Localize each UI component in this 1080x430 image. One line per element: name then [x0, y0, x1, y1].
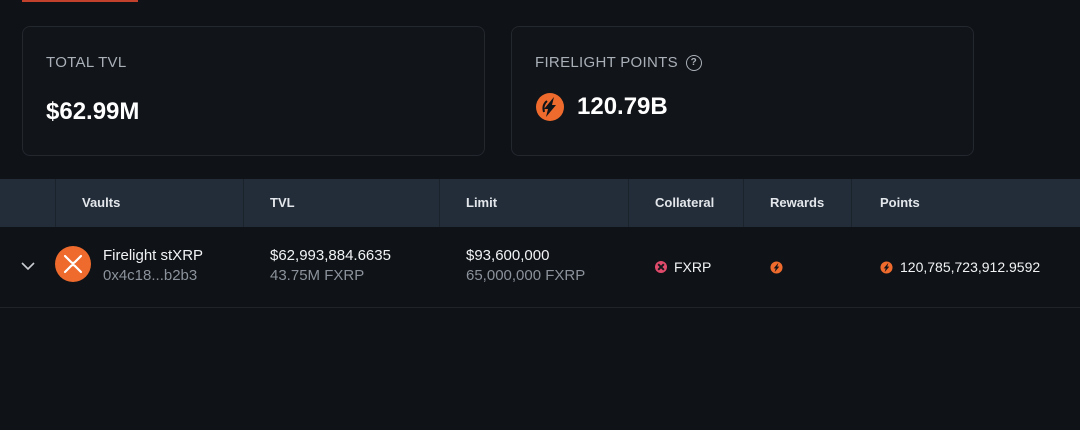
table-row[interactable]: Firelight stXRP 0x4c18...b2b3 $62,993,88…	[0, 227, 1080, 308]
firelight-icon	[880, 260, 893, 274]
tvl-usd: $62,993,884.6635	[270, 247, 391, 264]
header-divider	[243, 179, 244, 227]
xrp-token-icon	[55, 246, 91, 282]
total-tvl-value: $62.99M	[46, 98, 139, 126]
top-accent-bar	[22, 0, 138, 2]
limit-token: 65,000,000 FXRP	[466, 267, 586, 284]
points-value: 120,785,723,912.9592	[900, 259, 1041, 275]
header-collateral[interactable]: Collateral	[655, 179, 714, 227]
firelight-logo-icon	[536, 93, 564, 121]
points-cell: 120,785,723,912.9592	[880, 259, 1040, 275]
tvl-cell: $62,993,884.6635 43.75M FXRP	[270, 247, 391, 284]
limit-cell: $93,600,000 65,000,000 FXRP	[466, 247, 585, 284]
header-rewards[interactable]: Rewards	[770, 179, 824, 227]
collateral-token: FXRP	[674, 259, 712, 275]
header-vaults[interactable]: Vaults	[82, 179, 120, 227]
header-divider	[55, 179, 56, 227]
header-divider	[851, 179, 852, 227]
total-tvl-label: TOTAL TVL	[46, 54, 127, 71]
header-divider	[743, 179, 744, 227]
header-tvl[interactable]: TVL	[270, 179, 295, 227]
vault-address[interactable]: 0x4c18...b2b3	[103, 267, 203, 284]
limit-usd: $93,600,000	[466, 247, 550, 264]
vault-name[interactable]: Firelight stXRP	[103, 247, 203, 264]
firelight-points-value: 120.79B	[535, 92, 668, 122]
firelight-icon	[770, 261, 783, 274]
firelight-points-amount: 120.79B	[577, 93, 668, 120]
header-divider	[628, 179, 629, 227]
firelight-points-label-row: FIRELIGHT POINTS ?	[535, 54, 702, 71]
collateral-cell: FXRP	[655, 259, 711, 275]
header-divider	[439, 179, 440, 227]
firelight-points-label: FIRELIGHT POINTS	[535, 54, 678, 71]
chevron-down-icon[interactable]	[20, 258, 36, 274]
firelight-points-card: FIRELIGHT POINTS ? 120.79B	[511, 26, 974, 156]
header-points[interactable]: Points	[880, 179, 920, 227]
total-tvl-card: TOTAL TVL $62.99M	[22, 26, 485, 156]
rewards-cell	[770, 261, 783, 274]
total-tvl-amount: $62.99M	[46, 98, 140, 125]
tvl-token: 43.75M FXRP	[270, 267, 365, 284]
fxrp-icon	[655, 261, 667, 273]
vault-cell: Firelight stXRP 0x4c18...b2b3	[103, 247, 203, 284]
vaults-table-header: Vaults TVL Limit Collateral Rewards Poin…	[0, 179, 1080, 227]
header-limit[interactable]: Limit	[466, 179, 497, 227]
question-circle-icon[interactable]: ?	[685, 54, 702, 71]
